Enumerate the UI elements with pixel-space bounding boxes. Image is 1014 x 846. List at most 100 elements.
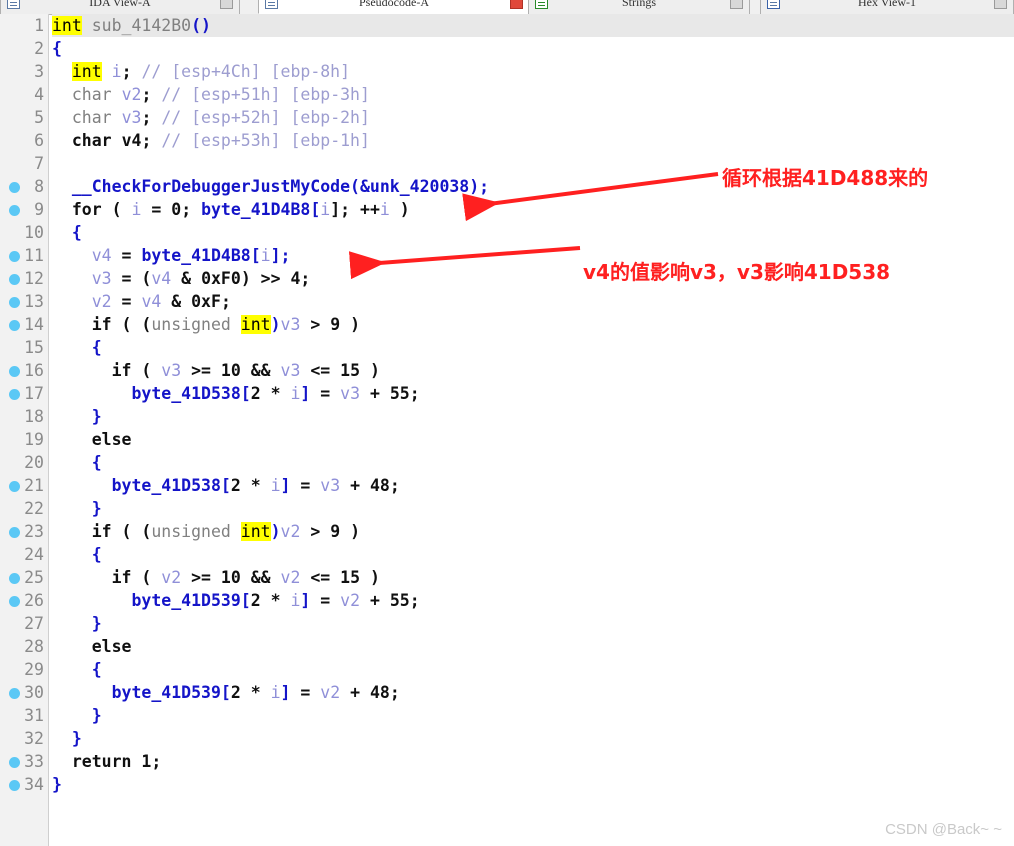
token-plain: ; [141, 131, 152, 150]
token-plain: ; [220, 292, 231, 311]
token-punct: [ [220, 476, 231, 495]
token-plain: > [300, 522, 331, 541]
code-line[interactable]: 32 } [0, 727, 1014, 750]
code-line[interactable]: 16 if ( v3 >= 10 && v3 <= 15 ) [0, 359, 1014, 382]
code-line[interactable]: 5 char v3; // [esp+52h] [ebp-2h] [0, 106, 1014, 129]
tab-ida-view-a[interactable]: IDA View-A [0, 0, 240, 14]
code-text: int sub_4142B0() [52, 14, 1014, 37]
code-line[interactable]: 23 if ( (unsigned int)v2 > 9 ) [0, 520, 1014, 543]
window-icon [265, 0, 278, 9]
line-number: 20 [24, 453, 44, 472]
code-line[interactable]: 31 } [0, 704, 1014, 727]
code-line[interactable]: 33 return 1; [0, 750, 1014, 773]
tab-strings[interactable]: Strings [528, 0, 750, 14]
code-text: if ( (unsigned int)v2 > 9 ) [52, 520, 360, 543]
code-line[interactable]: 13 v2 = v4 & 0xF; [0, 290, 1014, 313]
token-glob: unk_420038 [369, 177, 470, 196]
code-text: } [52, 704, 102, 727]
code-text: { [52, 336, 102, 359]
token-type: char [71, 108, 112, 127]
code-line[interactable]: 21 byte_41D538[2 * i] = v3 + 48; [0, 474, 1014, 497]
token-num: 0xF [191, 292, 221, 311]
code-text: byte_41D538[2 * i] = v3 + 48; [52, 474, 400, 497]
token-plain: ( [131, 361, 162, 380]
code-line[interactable]: 18 } [0, 405, 1014, 428]
token-cmt: // [esp+51h] [ebp-3h] [161, 85, 370, 104]
line-number: 18 [24, 407, 44, 426]
code-line[interactable]: 9 for ( i = 0; byte_41D4B8[i]; ++i ) [0, 198, 1014, 221]
line-number: 22 [24, 499, 44, 518]
tab-close-icon[interactable] [730, 0, 743, 9]
code-line[interactable]: 25 if ( v2 >= 10 && v2 <= 15 ) [0, 566, 1014, 589]
line-number: 16 [24, 361, 44, 380]
token-plain: = [111, 246, 142, 265]
code-line[interactable]: 6 char v4; // [esp+53h] [ebp-1h] [0, 129, 1014, 152]
token-brace: { [52, 39, 62, 58]
code-line[interactable]: 4 char v2; // [esp+51h] [ebp-3h] [0, 83, 1014, 106]
token-num: 15 [340, 568, 361, 587]
code-line[interactable]: 14 if ( (unsigned int)v3 > 9 ) [0, 313, 1014, 336]
code-line[interactable]: 19 else [0, 428, 1014, 451]
token-plain: else [91, 430, 132, 449]
code-line[interactable]: 2{ [0, 37, 1014, 60]
line-number: 10 [24, 223, 44, 242]
code-line[interactable]: 28 else [0, 635, 1014, 658]
token-num: 4 [290, 269, 301, 288]
code-text: v4 = byte_41D4B8[i]; [52, 244, 291, 267]
code-line[interactable]: 27 } [0, 612, 1014, 635]
token-plain: ( [101, 200, 132, 219]
token-plain: ; [151, 752, 162, 771]
code-line[interactable]: 15 { [0, 336, 1014, 359]
token-plain: else [91, 637, 132, 656]
token-plain: if [111, 361, 132, 380]
token-fn: sub_4142B0 [91, 16, 192, 35]
token-brace: } [71, 729, 82, 748]
tab-close-icon[interactable] [994, 0, 1007, 9]
token-punct: [ [310, 200, 321, 219]
window-icon [7, 0, 20, 9]
line-number: 8 [34, 177, 44, 196]
token-glob: byte_41D539 [131, 591, 241, 610]
token-plain: ( ( [111, 522, 152, 541]
line-number: 28 [24, 637, 44, 656]
code-text: byte_41D538[2 * i] = v3 + 55; [52, 382, 419, 405]
code-line[interactable]: 30 byte_41D539[2 * i] = v2 + 48; [0, 681, 1014, 704]
tab-pseudocode-a[interactable]: Pseudocode-A [258, 0, 530, 14]
token-var: v2 [280, 522, 301, 541]
tab-close-icon[interactable] [220, 0, 233, 9]
token-plain: if [91, 522, 112, 541]
line-number: 17 [24, 384, 44, 403]
line-number: 26 [24, 591, 44, 610]
token-var: v3 [320, 476, 341, 495]
code-line[interactable]: 34} [0, 773, 1014, 796]
code-line[interactable]: 20 { [0, 451, 1014, 474]
code-line[interactable]: 26 byte_41D539[2 * i] = v2 + 55; [0, 589, 1014, 612]
tab-hex-view-1[interactable]: Hex View-1 [760, 0, 1014, 14]
pseudocode-text-area[interactable]: 1 int sub_4142B0() 2{3 int i; // [esp+4Ch]… [0, 14, 1014, 846]
token-num: 0 [171, 200, 182, 219]
token-brace: } [52, 775, 62, 794]
code-line[interactable]: 17 byte_41D538[2 * i] = v3 + 55; [0, 382, 1014, 405]
code-line[interactable]: 29 { [0, 658, 1014, 681]
tab-close-icon[interactable] [510, 0, 523, 9]
code-line[interactable]: 1 int sub_4142B0() [0, 14, 1014, 37]
code-line[interactable]: 22 } [0, 497, 1014, 520]
code-line[interactable]: 10 { [0, 221, 1014, 244]
code-line[interactable]: 3 int i; // [esp+4Ch] [ebp-8h] [0, 60, 1014, 83]
token-var: v2 [121, 85, 142, 104]
token-var: v3 [121, 108, 142, 127]
code-text: } [52, 405, 102, 428]
code-line[interactable]: 24 { [0, 543, 1014, 566]
